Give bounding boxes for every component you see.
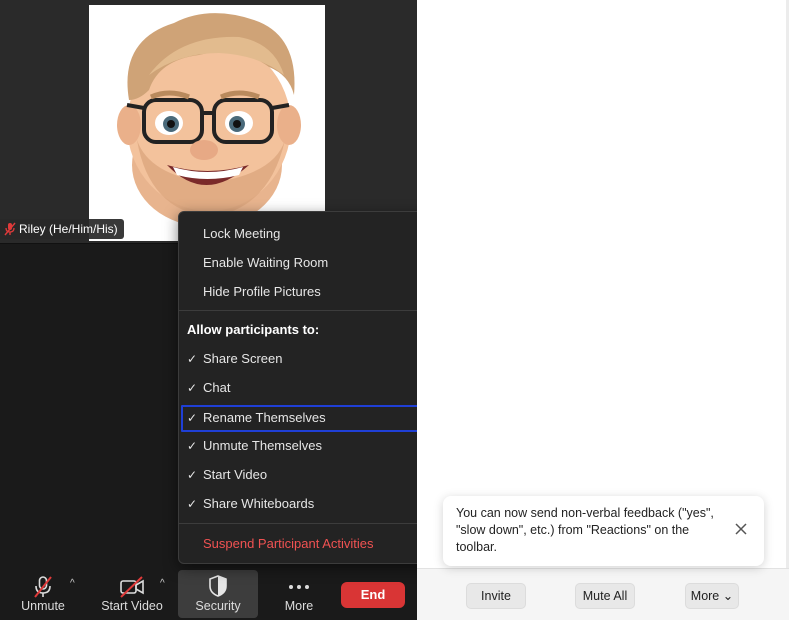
menu-item-lock-meeting[interactable]: Lock Meeting [179, 222, 439, 246]
avatar-illustration [117, 13, 301, 227]
menu-item-suspend-participant-activities[interactable]: Suspend Participant Activities [179, 532, 439, 556]
toast-message: You can now send non-verbal feedback ("y… [456, 506, 714, 554]
menu-item-label: Rename Themselves [203, 410, 326, 425]
menu-divider [179, 523, 439, 524]
checkmark-icon: ✓ [187, 468, 198, 482]
audio-options-caret-icon[interactable]: ^ [70, 578, 75, 589]
menu-item-enable-waiting-room[interactable]: Enable Waiting Room [179, 251, 439, 275]
video-off-icon [120, 576, 144, 598]
participants-action-bar: Invite Mute All More ⌄ [417, 568, 789, 620]
shield-icon [209, 575, 227, 597]
menu-item-unmute-themselves[interactable]: ✓ Unmute Themselves [179, 434, 439, 458]
menu-item-share-whiteboards[interactable]: ✓ Share Whiteboards [179, 492, 439, 516]
panel-more-button[interactable]: More ⌄ [685, 583, 739, 609]
reactions-toast: You can now send non-verbal feedback ("y… [443, 496, 764, 566]
menu-item-rename-themselves[interactable]: ✓ Rename Themselves [179, 406, 439, 430]
security-menu: Lock Meeting Enable Waiting Room Hide Pr… [178, 211, 440, 564]
menu-item-label: Share Screen [203, 351, 283, 366]
video-options-caret-icon[interactable]: ^ [160, 578, 165, 589]
menu-item-label: Share Whiteboards [203, 496, 315, 511]
memoji-avatar [89, 5, 325, 241]
participant-video-tile[interactable]: Riley (He/Him/His) [0, 0, 417, 244]
participant-name-tag: Riley (He/Him/His) [0, 219, 124, 239]
security-button[interactable]: Security [178, 570, 258, 618]
checkmark-icon: ✓ [187, 497, 198, 511]
unmute-button[interactable]: Unmute [12, 570, 74, 618]
menu-item-label: Unmute Themselves [203, 438, 322, 453]
mic-muted-small-icon [4, 222, 16, 236]
more-label: More [284, 599, 314, 613]
close-icon[interactable] [734, 522, 748, 536]
menu-divider [179, 310, 439, 311]
more-button[interactable]: More [270, 570, 328, 618]
checkmark-icon: ✓ [187, 352, 198, 366]
participant-name: Riley (He/Him/His) [19, 222, 118, 236]
menu-item-chat[interactable]: ✓ Chat [179, 376, 439, 400]
menu-item-hide-profile-pictures[interactable]: Hide Profile Pictures [179, 280, 439, 304]
mute-all-button[interactable]: Mute All [575, 583, 635, 609]
meeting-toolbar: Unmute ^ Start Video ^ Security More End [0, 568, 417, 620]
mic-muted-icon [34, 576, 52, 598]
menu-item-start-video[interactable]: ✓ Start Video [179, 463, 439, 487]
menu-item-share-screen[interactable]: ✓ Share Screen [179, 347, 439, 371]
menu-item-label: Start Video [203, 467, 268, 482]
checkmark-icon: ✓ [187, 411, 198, 425]
start-video-button[interactable]: Start Video [96, 570, 168, 618]
start-video-label: Start Video [101, 599, 163, 613]
security-label: Security [195, 599, 241, 613]
invite-button[interactable]: Invite [466, 583, 526, 609]
menu-item-label: Enable Waiting Room [203, 255, 329, 270]
menu-item-label: Chat [203, 380, 231, 395]
end-meeting-button[interactable]: End [341, 582, 405, 608]
ellipsis-icon [289, 585, 309, 589]
allow-participants-heading: Allow participants to: [187, 322, 320, 337]
menu-item-label: Suspend Participant Activities [203, 536, 374, 551]
unmute-label: Unmute [21, 599, 65, 613]
menu-item-label: Lock Meeting [203, 226, 281, 241]
menu-item-label: Hide Profile Pictures [203, 284, 321, 299]
checkmark-icon: ✓ [187, 381, 198, 395]
checkmark-icon: ✓ [187, 439, 198, 453]
